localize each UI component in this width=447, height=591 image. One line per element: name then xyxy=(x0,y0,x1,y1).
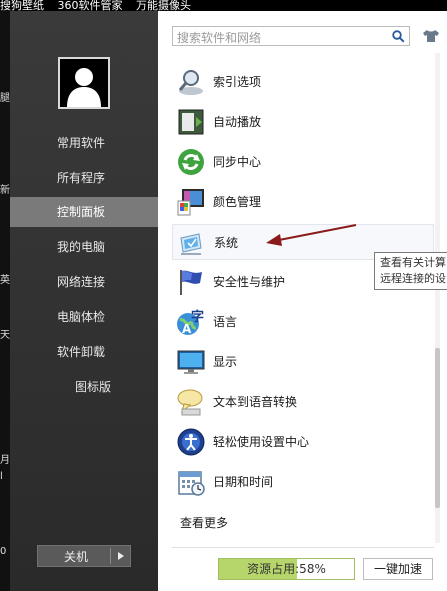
footer-divider xyxy=(172,547,434,548)
bg-edge-char: l xyxy=(0,471,3,482)
nav-common-software[interactable]: 常用软件 xyxy=(10,128,158,158)
nav-all-programs[interactable]: 所有程序 xyxy=(10,163,158,193)
start-menu-sidebar: 常用软件 所有程序 控制面板 我的电脑 网络连接 电脑体检 软件卸载 图标版 关… xyxy=(10,11,158,591)
background-window-edge: 腿 新 英 天 月 l 0 xyxy=(0,11,10,591)
bg-label-3: 万能摄像头 xyxy=(136,0,191,11)
list-item-label: 文本到语音转换 xyxy=(213,395,298,409)
display-icon xyxy=(177,350,205,374)
tooltip: 查看有关计算 远程连接的设 xyxy=(374,252,447,290)
bg-edge-char: 新 xyxy=(0,185,10,196)
resource-usage-bar[interactable]: 资源占用:58% xyxy=(218,558,355,580)
list-item-language[interactable]: A 字 语言 xyxy=(172,304,434,340)
calendar-icon xyxy=(178,471,205,496)
list-item-ease-of-access[interactable]: 轻松使用设置中心 xyxy=(172,424,434,460)
view-more-link[interactable]: 查看更多 xyxy=(180,514,228,531)
list-item-label: 安全性与维护 xyxy=(213,275,286,289)
user-avatar[interactable] xyxy=(58,57,110,109)
speedup-button[interactable]: 一键加速 xyxy=(363,558,433,580)
list-item-color-management[interactable]: 颜色管理 xyxy=(172,184,434,220)
sync-center-icon xyxy=(178,149,204,175)
security-flag-icon xyxy=(180,270,202,295)
list-item-label: 语言 xyxy=(213,315,238,329)
speech-icon xyxy=(177,389,203,416)
bg-edge-char: 英 xyxy=(0,275,10,286)
nav-my-computer[interactable]: 我的电脑 xyxy=(10,232,158,262)
system-icon xyxy=(180,233,202,255)
shutdown-divider xyxy=(110,548,111,564)
index-options-icon xyxy=(178,70,203,95)
bg-edge-char: 0 xyxy=(0,546,7,557)
bg-edge-char: 腿 xyxy=(0,93,10,104)
list-item-date-time[interactable]: 日期和时间 xyxy=(172,464,434,500)
list-item-label: 自动播放 xyxy=(213,115,262,129)
list-item-label: 系统 xyxy=(214,236,239,250)
resource-usage-label: 资源占用:58% xyxy=(247,562,326,576)
list-item-sync-center[interactable]: 同步中心 xyxy=(172,144,434,180)
search-placeholder: 搜索软件和网络 xyxy=(177,31,262,45)
nav-icon-view[interactable]: 图标版 xyxy=(10,372,158,402)
tooltip-line-2: 远程连接的设 xyxy=(380,272,446,285)
list-item-text-to-speech[interactable]: 文本到语音转换 xyxy=(172,384,434,420)
bg-label-1: 搜狗壁纸 xyxy=(0,0,44,11)
ease-of-access-icon xyxy=(177,428,205,456)
list-item-label: 日期和时间 xyxy=(213,475,274,489)
list-item-label: 轻松使用设置中心 xyxy=(213,435,310,449)
list-item-autoplay[interactable]: 自动播放 xyxy=(172,104,434,140)
bg-edge-char: 天 xyxy=(0,330,10,341)
list-item-label: 显示 xyxy=(213,355,238,369)
bg-label-2: 360软件管家 xyxy=(57,0,123,11)
autoplay-icon xyxy=(178,109,204,135)
color-management-icon xyxy=(177,189,204,216)
nav-uninstall[interactable]: 软件卸载 xyxy=(10,337,158,367)
shutdown-button[interactable]: 关机 xyxy=(37,545,131,567)
nav-network-connection[interactable]: 网络连接 xyxy=(10,267,158,297)
list-item-label: 颜色管理 xyxy=(213,195,262,209)
language-icon: A 字 xyxy=(177,309,204,336)
shutdown-options-arrow-icon[interactable] xyxy=(118,552,124,560)
nav-control-panel[interactable]: 控制面板 xyxy=(10,197,158,227)
list-item-index-options[interactable]: 索引选项 xyxy=(172,64,434,100)
control-panel-list-panel: 搜索软件和网络 索引选项 自动播放 同步中心 颜色管理 系统 安全性与维护 A … xyxy=(158,11,447,591)
bg-edge-char: 月 xyxy=(0,455,10,466)
skin-shirt-icon[interactable] xyxy=(422,29,440,43)
list-item-display[interactable]: 显示 xyxy=(172,344,434,380)
search-input[interactable]: 搜索软件和网络 xyxy=(172,26,410,46)
nav-pc-checkup[interactable]: 电脑体检 xyxy=(10,302,158,332)
scrollbar-thumb[interactable] xyxy=(435,348,440,508)
search-icon[interactable] xyxy=(392,30,405,43)
list-item-label: 同步中心 xyxy=(213,155,262,169)
list-item-label: 索引选项 xyxy=(213,75,262,89)
tooltip-line-1: 查看有关计算 xyxy=(380,256,446,269)
background-taskbar-labels: 搜狗壁纸 360软件管家 万能摄像头 xyxy=(0,0,447,11)
shutdown-label: 关机 xyxy=(64,550,89,564)
svg-text:字: 字 xyxy=(191,309,204,325)
user-silhouette-icon xyxy=(60,59,108,107)
